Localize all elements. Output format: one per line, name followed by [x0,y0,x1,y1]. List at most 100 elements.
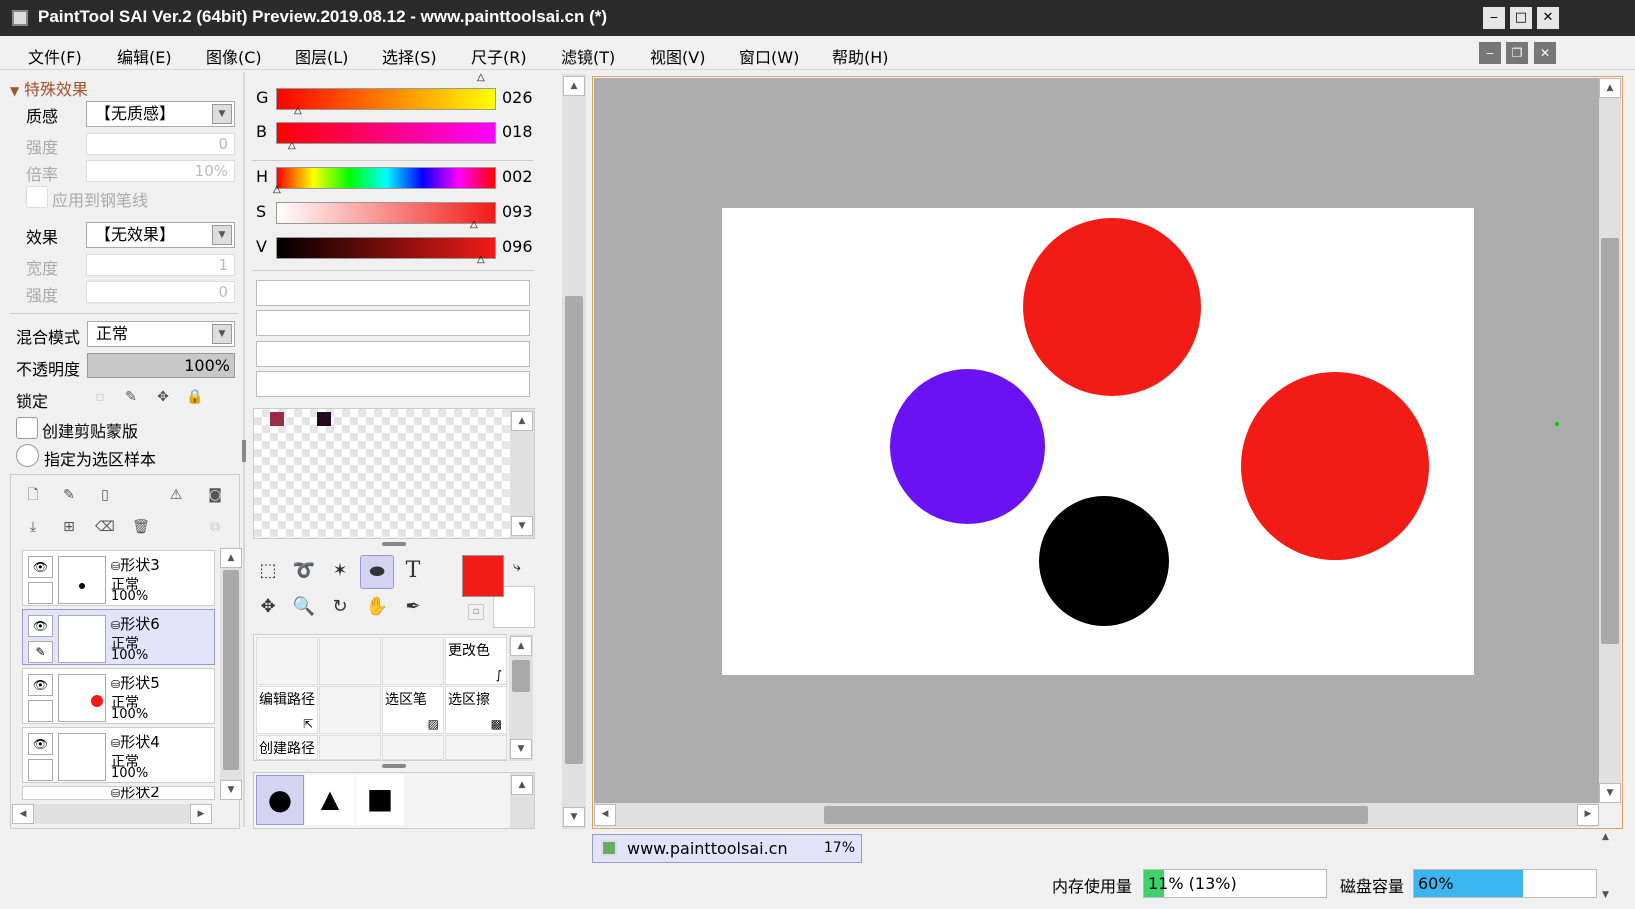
doc-restore-button[interactable]: ❐ [1506,42,1528,64]
tool-cell[interactable] [256,637,318,685]
menu-window[interactable]: 窗口(W) [739,44,799,68]
eye-icon[interactable]: 👁 [28,556,53,578]
layer-status-icon[interactable] [28,582,53,604]
opacity-slider[interactable]: 100% [87,353,235,378]
b-value[interactable]: 018 [502,122,533,141]
layer-item[interactable]: 👁 ⛁形状4 正常 100% [22,727,215,783]
menu-layer[interactable]: 图层(L) [295,44,348,68]
eye-icon[interactable]: 👁 [28,733,53,755]
menu-select[interactable]: 选择(S) [382,44,437,68]
document-tab[interactable]: www.painttoolsai.cn 17% [592,834,862,863]
lock-move-icon[interactable]: ✥ [152,386,174,408]
create-path-tool[interactable]: 创建路径 [256,735,318,760]
splitter-grip[interactable] [242,440,246,462]
menu-image[interactable]: 图像(C) [206,44,262,68]
h-value[interactable]: 002 [502,167,533,186]
menu-help[interactable]: 帮助(H) [832,44,889,68]
zoom-icon[interactable]: 🔍 [287,591,321,625]
select-pen-tool[interactable]: 选区笔 ▨ [382,686,444,734]
texture-select[interactable]: 【无质感】 ▼ [86,101,235,127]
g-slider[interactable] [276,88,496,110]
new-layer-icon[interactable]: 🗋 [22,484,44,506]
scroll-up-icon[interactable]: ▲ [511,411,533,431]
edit-path-tool[interactable]: 编辑路径 ⇱ [256,686,318,734]
s-value[interactable]: 093 [502,202,533,221]
canvas-vscrollbar[interactable]: ▲ ▼ [1599,78,1621,803]
pen-icon[interactable]: ✎ [28,641,53,663]
canvas-hscrollbar[interactable]: ◀ ▶ [594,803,1599,827]
tool-cell[interactable] [382,637,444,685]
color-swatch[interactable] [317,412,331,426]
layer-item[interactable]: 👁 ⛁形状5 正常 100% [22,668,215,724]
brush-size-field[interactable] [256,280,530,306]
menu-filter[interactable]: 滤镜(T) [561,44,615,68]
transparent-color-icon[interactable]: ▫ [468,604,484,620]
layer-item[interactable]: 👁 ✎ ⛁形状6 正常 100% [22,609,215,665]
scroll-thumb[interactable] [565,296,583,764]
layer-item[interactable]: 👁 ⛁形状3 正常 100% [22,550,215,606]
scroll-down-icon[interactable]: ▼ [510,739,532,759]
scroll-thumb[interactable] [824,806,1368,824]
shape-scrollbar[interactable]: ▲ [510,773,534,828]
layer-status-icon[interactable] [28,700,53,722]
layer-status-icon[interactable] [28,759,53,781]
maximize-button[interactable]: □ [1510,7,1532,29]
color-swatch[interactable] [270,412,284,426]
scroll-left-icon[interactable]: ◀ [12,804,34,824]
scroll-thumb[interactable] [512,660,530,692]
width-field[interactable]: 1 [86,254,235,276]
scroll-down-icon[interactable]: ▼ [511,516,533,536]
document-canvas[interactable] [722,208,1474,675]
new-folder-icon[interactable]: ▯ [94,484,116,506]
v-slider[interactable] [276,237,496,259]
lock-transparency-icon[interactable]: ▫ [89,386,111,408]
scroll-down-icon[interactable]: ▼ [563,807,585,827]
lock-all-icon[interactable]: 🔒 [184,386,206,408]
transfer-icon[interactable]: ⧉ [204,516,226,538]
black-circle[interactable] [1039,496,1169,626]
magic-wand-icon[interactable]: ✶ [323,555,357,589]
brush-density-field[interactable] [256,310,530,336]
close-button[interactable]: ✕ [1537,7,1559,29]
circle-shape-button[interactable]: ● [256,775,304,825]
menu-edit[interactable]: 编辑(E) [117,44,172,68]
menu-view[interactable]: 视图(V) [650,44,705,68]
scroll-down-icon[interactable]: ▼ [220,780,242,800]
canvas-view[interactable]: ▲ ▼ ◀ ▶ [592,76,1623,829]
scroll-down-icon[interactable]: ▼ [1602,890,1609,900]
s-slider[interactable] [276,202,496,224]
scroll-thumb[interactable] [223,570,239,770]
red-circle[interactable] [1023,218,1201,396]
doc-minimize-button[interactable]: ‒ [1479,42,1501,64]
triangle-shape-button[interactable]: ▲ [306,775,354,825]
foreground-color[interactable] [462,555,504,597]
scroll-up-icon[interactable]: ▲ [220,548,242,568]
duplicate-layer-icon[interactable]: ⊞ [58,516,80,538]
new-pen-layer-icon[interactable]: ✎ [58,484,80,506]
tool-cell[interactable] [319,686,381,734]
lasso-icon[interactable]: ➰ [287,555,321,589]
scroll-right-icon[interactable]: ▶ [1577,804,1599,826]
layer-mask-icon[interactable]: ◙ [204,484,226,506]
recolor-tool[interactable]: 更改色 ∫ [445,637,507,685]
g-value[interactable]: 026 [502,88,533,107]
layer-effect-icon[interactable]: ⚠ [165,484,187,506]
layer-item[interactable]: ⛁形状2 [22,786,215,800]
select-eraser-tool[interactable]: 选区擦 ▩ [445,686,507,734]
minimize-button[interactable]: ‒ [1483,7,1505,29]
effects-header[interactable]: ▼ 特殊效果 [10,76,88,100]
scroll-up-icon[interactable]: ▲ [563,76,585,96]
merge-down-icon[interactable]: ⤓ [22,516,44,538]
sample-radio[interactable] [16,444,39,467]
canvas-background[interactable] [594,78,1599,803]
square-shape-button[interactable]: ■ [356,775,404,825]
h-slider[interactable] [276,167,496,189]
b-slider[interactable] [276,122,496,144]
layer-list-scrollbar[interactable]: ▲ ▼ [220,548,242,800]
text-tool-icon[interactable]: T [396,555,430,589]
layer-list-hscrollbar[interactable]: ◀ ▶ [12,804,212,824]
tool-cell[interactable] [319,637,381,685]
rotate-icon[interactable]: ↻ [323,591,357,625]
blend-mode-select[interactable]: 正常 ▼ [87,321,235,347]
clear-layer-icon[interactable]: ⌫ [94,516,116,538]
